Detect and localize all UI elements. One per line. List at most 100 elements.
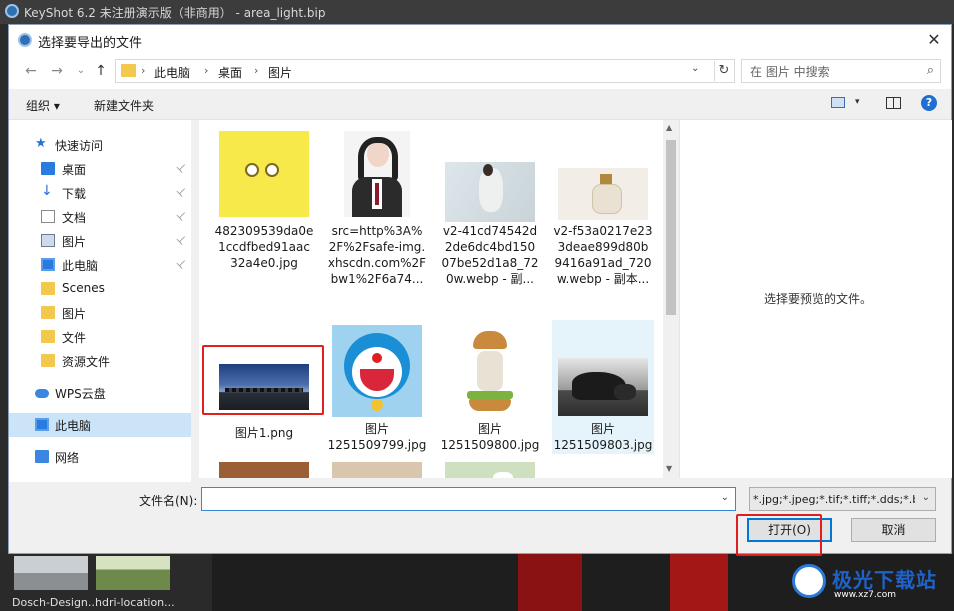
cancel-button[interactable]: 取消 xyxy=(851,518,936,542)
pin-icon[interactable]: ⊥ xyxy=(174,256,190,272)
file-tile[interactable]: v2-f53a0217e23 3deae899d80b 9416a91ad_72… xyxy=(552,120,654,318)
file-tile[interactable]: 图片 1251509800.jpg xyxy=(439,320,541,454)
pin-icon[interactable]: ⊥ xyxy=(174,184,190,200)
sidebar-item[interactable]: 此电脑 xyxy=(9,413,191,437)
sidebar-item[interactable]: WPS云盘 xyxy=(9,381,191,405)
file-thumbnail xyxy=(344,131,410,217)
render-strip-red xyxy=(670,554,728,611)
breadcrumb-item[interactable]: 此电脑 xyxy=(154,64,190,81)
file-name: 482309539da0e 1ccdfbed91aac 32a4e0.jpg xyxy=(214,224,314,270)
document-icon xyxy=(41,210,55,223)
back-arrow-icon[interactable]: ← xyxy=(21,61,41,81)
breadcrumb-item[interactable]: 图片 xyxy=(268,64,292,81)
search-icon[interactable]: ⌕ xyxy=(927,63,934,78)
chevron-down-icon[interactable]: ⌄ xyxy=(691,63,699,74)
forward-arrow-icon[interactable]: → xyxy=(47,61,67,81)
close-icon[interactable]: ✕ xyxy=(921,27,947,53)
sidebar-item[interactable]: ↓ 下载 ⊥ xyxy=(9,181,191,205)
sidebar-item[interactable]: ★ 快速访问 xyxy=(9,133,191,157)
file-tile[interactable]: v2-41cd74542d 2de6dc4bd150 07be52d1a8_72… xyxy=(439,120,541,318)
environment-thumbnail[interactable] xyxy=(14,556,88,590)
sidebar-item[interactable]: 网络 xyxy=(9,445,191,469)
sidebar-item[interactable]: 桌面 ⊥ xyxy=(9,157,191,181)
chevron-down-icon[interactable]: ⌄ xyxy=(922,492,930,503)
search-input[interactable] xyxy=(748,63,912,81)
search-box[interactable]: ⌕ xyxy=(741,59,941,83)
filename-input[interactable] xyxy=(206,490,710,509)
sidebar-item[interactable]: 图片 ⊥ xyxy=(9,229,191,253)
file-thumbnail xyxy=(558,168,648,220)
filetype-select[interactable]: *.jpg;*.jpeg;*.tif;*.tiff;*.dds;*.b ⌄ xyxy=(749,487,936,511)
view-mode-icon[interactable] xyxy=(831,97,845,108)
sidebar-item-label: 桌面 xyxy=(62,163,87,177)
environment-label: hdri-location... xyxy=(95,596,175,609)
chevron-down-icon[interactable]: ⌄ xyxy=(721,492,729,503)
recent-locations-dropdown-icon[interactable]: ⌄ xyxy=(71,61,91,81)
navigation-pane: ★ 快速访问 桌面 ⊥ ↓ 下载 ⊥ 文档 ⊥ 图片 ⊥ 此电脑 ⊥ Scenes 图片 文件 资源文件 WPS云… xyxy=(9,120,191,482)
address-bar[interactable]: › 此电脑 › 桌面 › 图片 ⌄ ↻ xyxy=(115,59,735,83)
file-thumbnail xyxy=(445,462,535,478)
breadcrumb-separator-icon[interactable]: › xyxy=(254,64,258,77)
breadcrumb-separator-icon[interactable]: › xyxy=(141,64,145,77)
sidebar-item-label: 图片 xyxy=(62,307,87,321)
environment-thumbnail[interactable] xyxy=(96,556,170,590)
file-name: 图片 1251509799.jpg xyxy=(327,422,427,452)
preview-pane: 选择要预览的文件。 xyxy=(679,120,952,478)
file-tile[interactable] xyxy=(326,458,428,478)
file-tile[interactable] xyxy=(213,458,315,478)
preview-message: 选择要预览的文件。 xyxy=(764,292,873,306)
scroll-up-icon[interactable]: ▲ xyxy=(666,123,672,132)
file-tile[interactable]: 图片 1251509803.jpg xyxy=(552,320,654,454)
watermark-logo-icon xyxy=(792,564,826,598)
filename-combobox[interactable]: ⌄ xyxy=(201,487,736,511)
file-thumbnail xyxy=(558,358,648,416)
download-icon: ↓ xyxy=(41,183,53,199)
sidebar-item[interactable]: 文件 xyxy=(9,325,191,349)
file-tile[interactable]: 图片 1251509799.jpg xyxy=(326,320,428,454)
sidebar-item[interactable]: 文档 ⊥ xyxy=(9,205,191,229)
file-name: 图片 1251509803.jpg xyxy=(553,422,653,452)
sidebar-item-label: 文档 xyxy=(62,211,87,225)
sidebar-item-label: 下载 xyxy=(62,187,87,201)
view-dropdown-icon[interactable]: ▾ xyxy=(855,97,860,107)
preview-pane-icon[interactable] xyxy=(886,97,901,109)
desktop-icon xyxy=(41,162,55,175)
export-file-dialog: 选择要导出的文件 ✕ ← → ⌄ ↑ › 此电脑 › 桌面 › 图片 ⌄ ↻ ⌕… xyxy=(8,24,952,554)
file-tile[interactable]: 482309539da0e 1ccdfbed91aac 32a4e0.jpg xyxy=(213,120,315,318)
breadcrumb-separator-icon[interactable]: › xyxy=(204,64,208,77)
file-thumbnail xyxy=(332,325,422,417)
sidebar-item-label: 网络 xyxy=(55,451,80,465)
file-thumbnail xyxy=(219,131,309,217)
scrollbar-thumb[interactable] xyxy=(666,140,676,315)
pin-icon[interactable]: ⊥ xyxy=(174,160,190,176)
file-thumbnail xyxy=(219,462,309,478)
filename-label: 文件名(N): xyxy=(139,494,198,508)
up-arrow-icon[interactable]: ↑ xyxy=(91,61,111,81)
file-list: 482309539da0e 1ccdfbed91aac 32a4e0.jpg sr… xyxy=(199,120,679,478)
file-tile[interactable]: src=http%3A% 2F%2Fsafe-img. xhscdn.com%2… xyxy=(326,120,428,318)
vertical-scrollbar[interactable]: ▲ ▼ xyxy=(663,120,679,478)
pin-icon[interactable]: ⊥ xyxy=(174,232,190,248)
refresh-icon[interactable]: ↻ xyxy=(714,61,733,81)
new-folder-button[interactable]: 新建文件夹 xyxy=(94,97,154,114)
highlight-box xyxy=(736,514,822,556)
sidebar-item-label: 此电脑 xyxy=(55,419,92,433)
watermark-text: 极光下载站 xyxy=(832,568,937,592)
navigation-bar: ← → ⌄ ↑ › 此电脑 › 桌面 › 图片 ⌄ ↻ ⌕ xyxy=(9,55,951,89)
pin-icon[interactable]: ⊥ xyxy=(174,208,190,224)
watermark-url: www.xz7.com xyxy=(834,590,896,600)
breadcrumb-item[interactable]: 桌面 xyxy=(218,64,242,81)
scroll-down-icon[interactable]: ▼ xyxy=(666,464,672,473)
filetype-value: *.jpg;*.jpeg;*.tif;*.tiff;*.dds;*.b xyxy=(753,493,915,506)
sidebar-item[interactable]: 资源文件 xyxy=(9,349,191,373)
file-tile[interactable] xyxy=(439,458,541,478)
folder-icon xyxy=(41,282,55,295)
organize-button[interactable]: 组织 ▾ xyxy=(26,97,60,114)
environment-label: Dosch-Design... xyxy=(12,596,99,609)
sidebar-item[interactable]: 图片 xyxy=(9,301,191,325)
help-icon[interactable]: ? xyxy=(921,95,937,111)
sidebar-item[interactable]: 此电脑 ⊥ xyxy=(9,253,191,277)
star-icon: ★ xyxy=(35,136,47,151)
sidebar-item[interactable]: Scenes xyxy=(9,277,191,301)
command-toolbar: 组织 ▾ 新建文件夹 ▾ ? xyxy=(9,89,951,120)
